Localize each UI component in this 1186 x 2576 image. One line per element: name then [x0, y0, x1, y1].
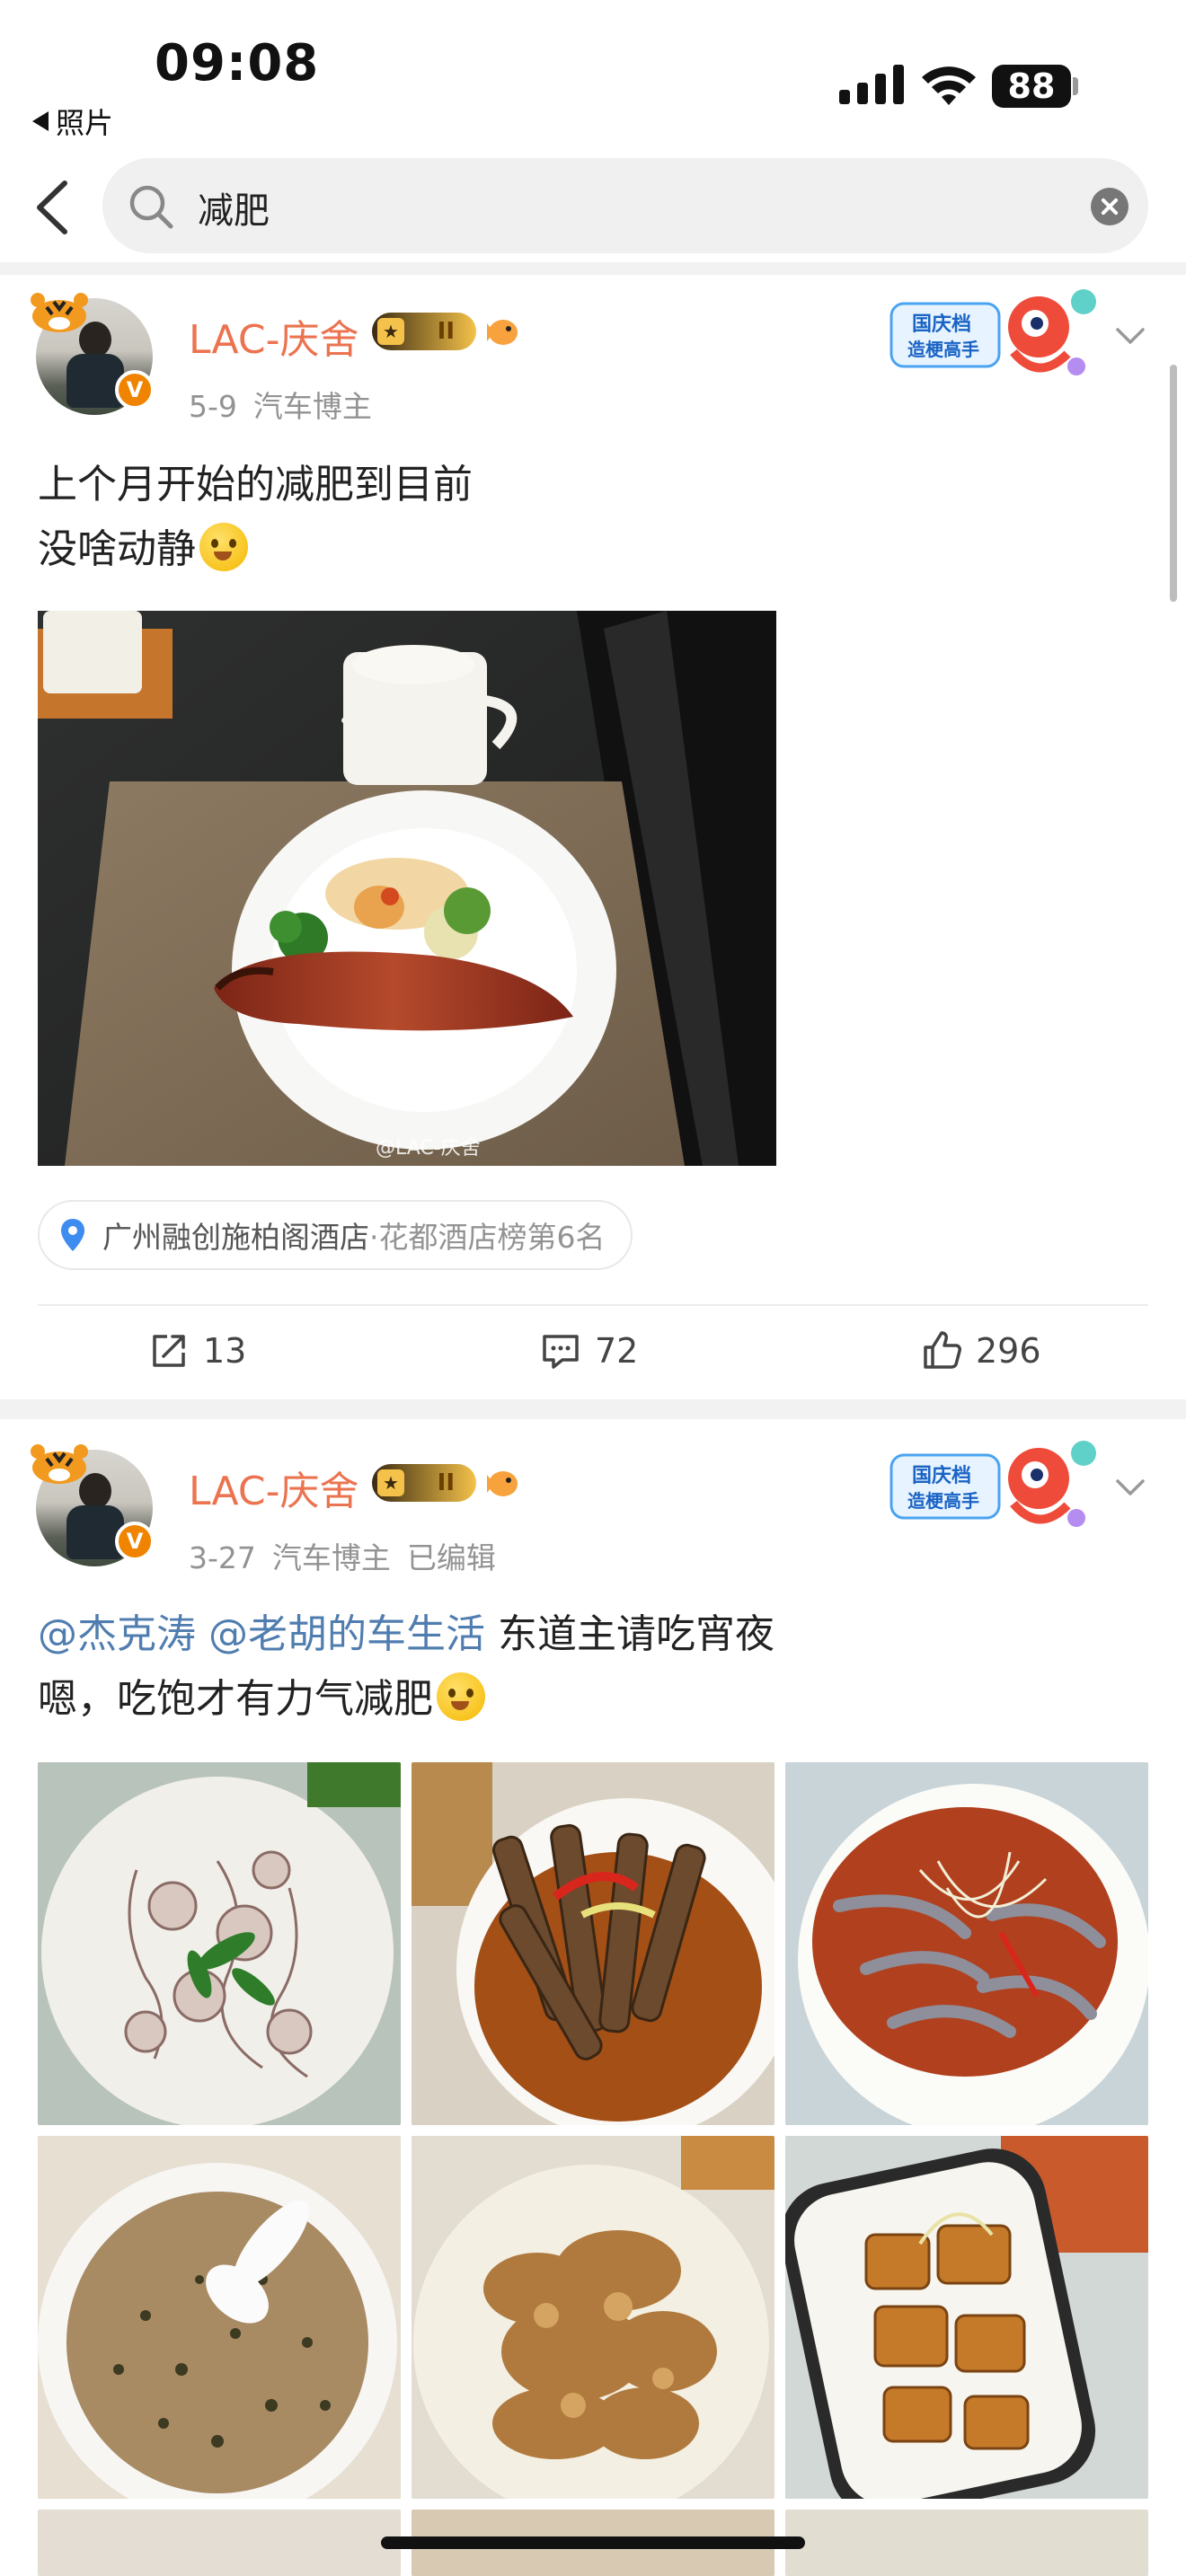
post-text[interactable]: 上个月开始的减肥到目前 没啥动静	[38, 453, 473, 582]
action-bar: 13 72 296	[0, 1306, 1186, 1396]
weibo-post: V LAC-庆舍 ★ II 3-27 汽车博主 已编辑 国庆档 造梗高手 @杰克涛 …	[0, 1426, 1186, 2576]
crispy-fried-dish-illustration	[412, 2136, 774, 2499]
verified-badge-icon: V	[115, 370, 155, 410]
mention-link[interactable]: @老胡的车生活	[208, 1611, 485, 1657]
mention-link[interactable]: @杰克涛	[38, 1611, 196, 1657]
weibo-post: V LAC-庆舍 ★ II 5-9 汽车博主 国庆档 造梗高手 上个月开始的减肥到…	[0, 275, 1186, 1398]
grid-image-partial[interactable]	[785, 2510, 1148, 2576]
grid-image-octopus[interactable]	[38, 1762, 401, 2125]
like-count: 296	[976, 1331, 1041, 1371]
status-time: 09:08	[155, 34, 320, 93]
search-header: 减肥	[0, 144, 1186, 269]
location-rank: ·花都酒店榜第6名	[369, 1220, 606, 1255]
fish-emoji-icon	[487, 1471, 518, 1496]
crown-level: II	[437, 318, 455, 345]
avatar-body	[66, 354, 124, 408]
section-separator	[0, 262, 1186, 275]
repost-count: 13	[203, 1331, 247, 1371]
status-bar: 09:08 照片 88	[0, 0, 1186, 144]
wifi-icon	[922, 66, 976, 105]
image-watermark: @LAC-庆舍	[376, 1132, 481, 1160]
tiger-pendant-icon	[31, 1444, 88, 1484]
member-crown-badge[interactable]: ★ II	[372, 1464, 476, 1502]
post-meta: 3-27 汽车博主 已编辑	[189, 1534, 512, 1577]
location-pin-icon	[61, 1219, 84, 1251]
repost-icon	[153, 1335, 185, 1367]
clear-search-icon[interactable]	[1091, 188, 1128, 225]
location-chip[interactable]: 广州融创施柏阁酒店 ·花都酒店榜第6名	[38, 1200, 633, 1270]
post-date: 3-27	[189, 1540, 256, 1575]
meal-photo-illustration	[38, 611, 776, 1166]
svg-text:国庆档: 国庆档	[912, 313, 971, 336]
battery-level: 88	[1007, 66, 1056, 106]
battery-nub	[1073, 77, 1078, 95]
like-button[interactable]: 296	[920, 1306, 1041, 1396]
back-to-app-link[interactable]: 照片	[32, 101, 113, 142]
back-arrow-icon[interactable]	[27, 176, 81, 239]
grid-image-rice[interactable]	[38, 2136, 401, 2499]
post-text[interactable]: @杰克涛 @老胡的车生活 东道主请吃宵夜 嗯，吃饱才有力气减肥	[38, 1602, 774, 1732]
smirk-emoji-icon	[437, 1672, 485, 1721]
post-username[interactable]: LAC-庆舍	[189, 1459, 358, 1516]
chevron-down-icon[interactable]	[1114, 1477, 1146, 1498]
svg-text:造梗高手: 造梗高手	[907, 1490, 979, 1512]
post-text-line: 嗯，吃饱才有力气减肥	[38, 1676, 433, 1722]
chevron-down-icon[interactable]	[1114, 325, 1146, 347]
grid-image-tofu[interactable]	[785, 2136, 1148, 2499]
fried-rice-illustration	[38, 2136, 401, 2499]
grid-image-fried-dish[interactable]	[412, 2136, 774, 2499]
comment-button[interactable]: 72	[539, 1306, 638, 1396]
back-triangle-icon	[32, 111, 49, 131]
search-query-text: 减肥	[198, 190, 270, 232]
comment-count: 72	[595, 1331, 639, 1371]
drunken-shrimp-illustration	[785, 1762, 1148, 2125]
member-crown-badge[interactable]: ★ II	[372, 313, 476, 350]
post-separator	[0, 1399, 1186, 1419]
search-input[interactable]: 减肥	[102, 158, 1148, 253]
post-text-line: 没啥动静	[38, 526, 196, 572]
scrollbar[interactable]	[1170, 365, 1177, 602]
cellular-signal-icon	[839, 65, 904, 104]
post-role: 汽车博主	[252, 389, 372, 424]
comment-icon	[543, 1335, 579, 1369]
search-icon	[129, 185, 173, 229]
grid-image-shrimp[interactable]	[785, 1762, 1148, 2125]
octopus-dish-illustration	[38, 1762, 401, 2125]
back-app-label: 照片	[56, 106, 114, 140]
battery-icon: 88	[992, 65, 1071, 108]
post-meta: 5-9 汽车博主	[189, 383, 388, 426]
thumbs-up-icon	[924, 1331, 961, 1369]
repost-button[interactable]: 13	[147, 1306, 246, 1396]
star-icon: ★	[377, 318, 404, 345]
home-indicator[interactable]	[381, 2536, 805, 2549]
post-role: 汽车博主	[271, 1540, 391, 1575]
laugh-cry-emoji-icon	[199, 523, 248, 571]
star-icon: ★	[377, 1469, 404, 1496]
crown-level: II	[437, 1469, 455, 1496]
post-text-segment: 东道主请吃宵夜	[485, 1611, 774, 1657]
grid-image-partial[interactable]	[38, 2510, 401, 2576]
location-name: 广州融创施柏阁酒店	[102, 1220, 369, 1255]
post-text-line: 上个月开始的减肥到目前	[38, 462, 473, 507]
watermark-text: @LAC-庆舍	[376, 1137, 481, 1160]
tiger-pendant-icon	[31, 293, 88, 332]
promo-badge-icon[interactable]: 国庆档 造梗高手	[888, 1434, 1103, 1539]
fish-emoji-icon	[487, 320, 518, 345]
razor-clam-dish-illustration	[412, 1762, 774, 2125]
promo-badge-icon[interactable]: 国庆档 造梗高手	[888, 282, 1103, 388]
fried-tofu-dish-illustration	[785, 2136, 1148, 2499]
edited-label: 已编辑	[406, 1540, 496, 1575]
avatar-body	[66, 1505, 124, 1559]
post-image[interactable]: @LAC-庆舍	[38, 611, 776, 1166]
grid-image-razor-clams[interactable]	[412, 1762, 774, 2125]
svg-text:造梗高手: 造梗高手	[907, 339, 979, 360]
verified-badge-icon: V	[115, 1522, 155, 1561]
svg-text:国庆档: 国庆档	[912, 1464, 971, 1487]
post-username[interactable]: LAC-庆舍	[189, 307, 358, 365]
post-date: 5-9	[189, 389, 237, 424]
